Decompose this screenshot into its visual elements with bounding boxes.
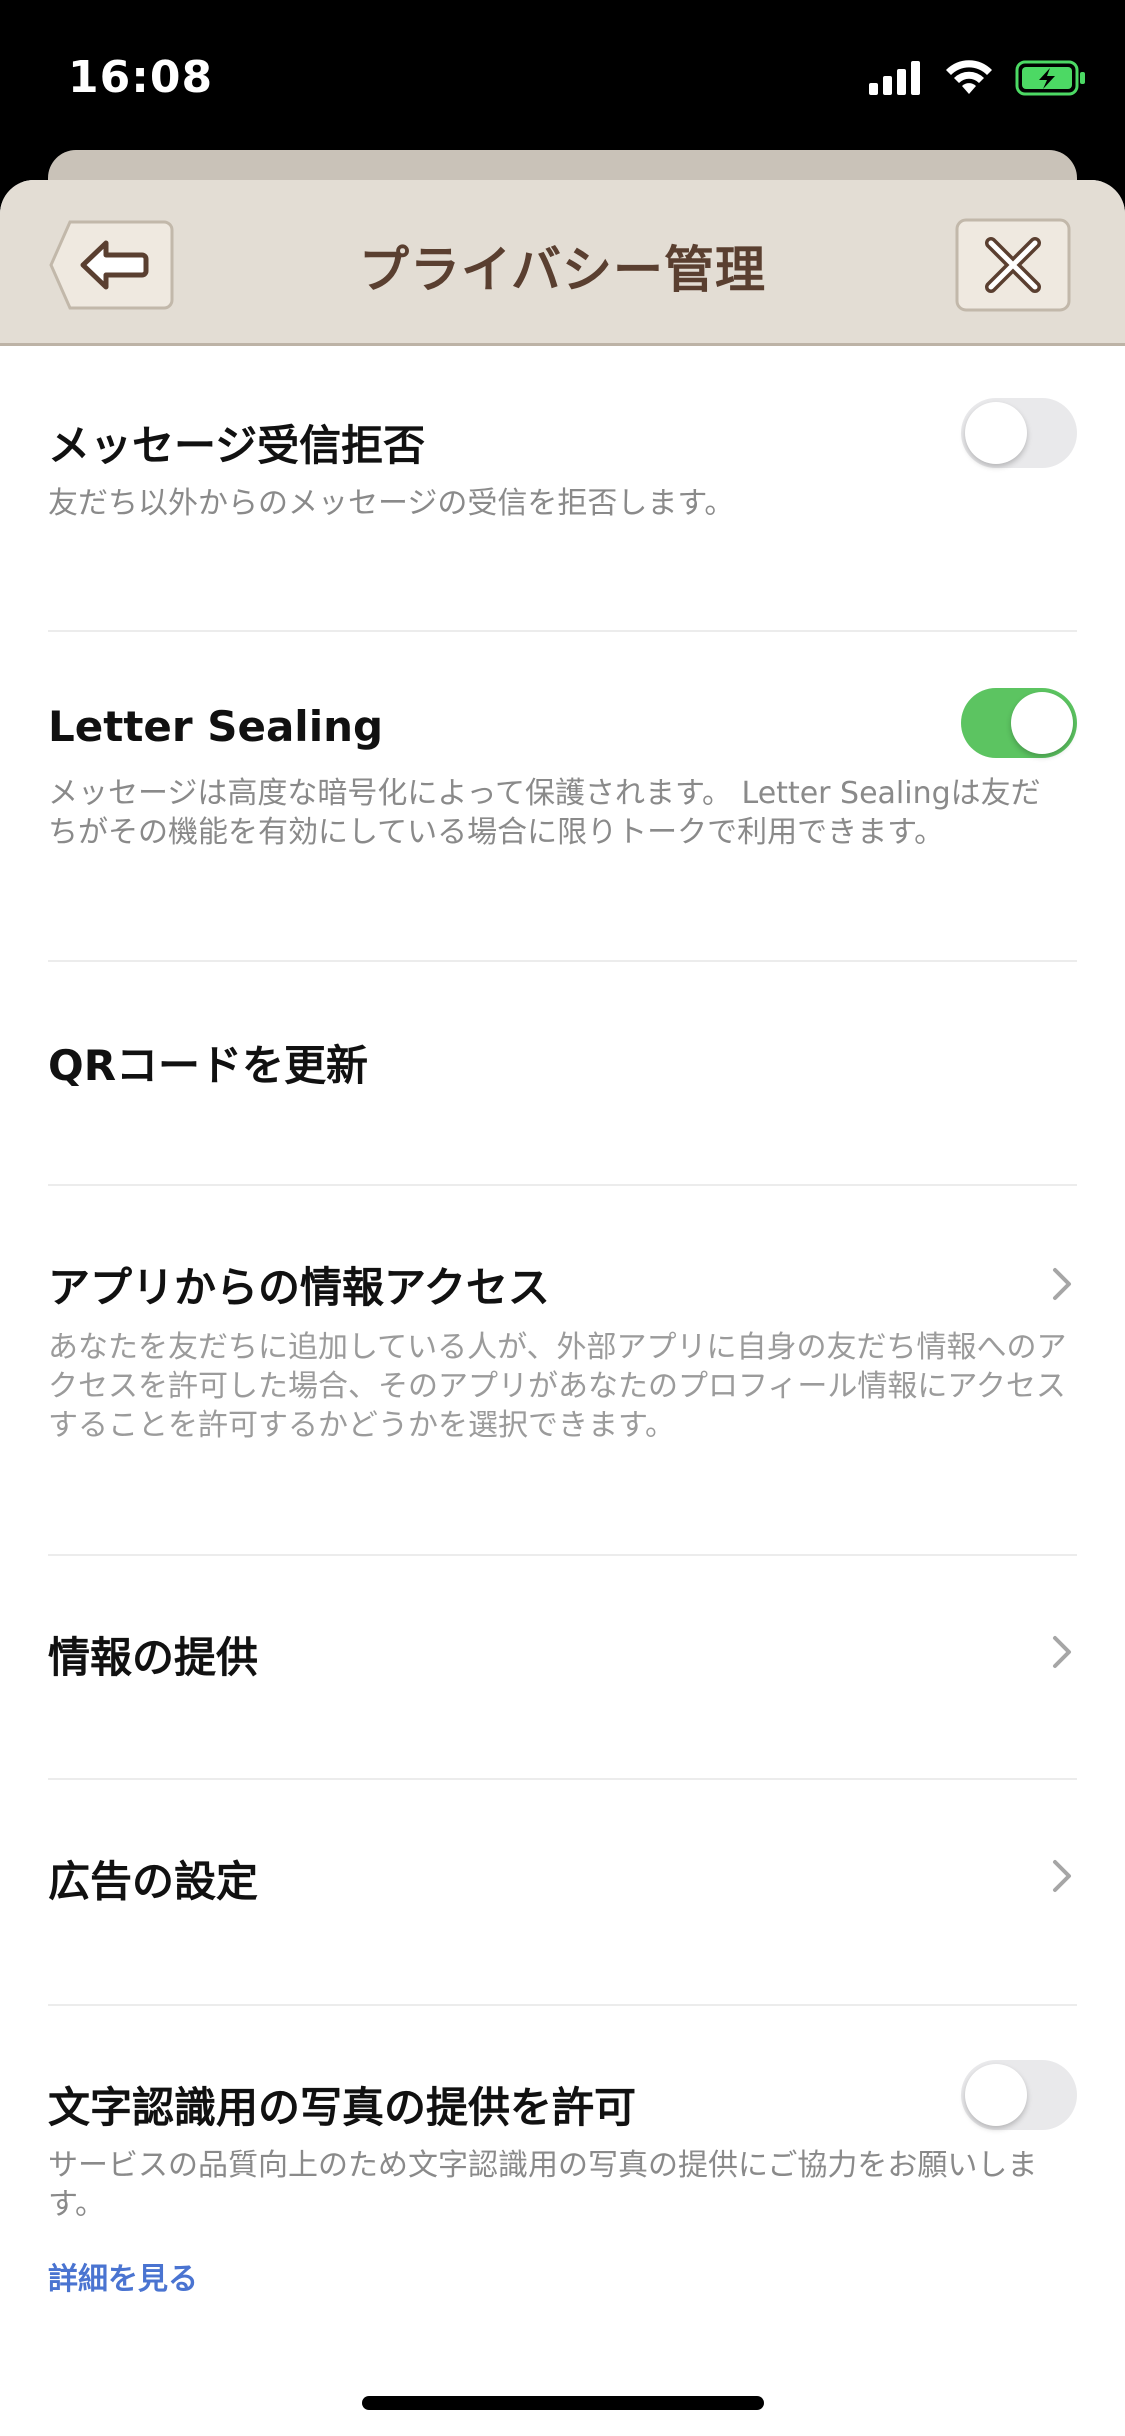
description-line: メッセージは高度な暗号化によって保護されます。 Letter Sealingは友… [48,776,1041,811]
chevron-right-icon [1053,1268,1071,1300]
home-indicator[interactable] [362,2396,764,2410]
description-line: することを許可するかどうかを選択できます。 [48,1408,675,1443]
privacy-settings-sheet: プライバシー管理 メッセージ受信拒否 友だち以外からのメッセージの受信を拒否しま… [0,180,1125,2436]
signal-icon [869,61,920,95]
divider [48,1778,1077,1780]
setting-app-info-access[interactable]: アプリからの情報アクセス あなたを友だちに追加している人が、外部アプリに自身の友… [48,1254,1077,1454]
ocr-photo-toggle[interactable] [961,2060,1077,2130]
setting-description: メッセージは高度な暗号化によって保護されます。 Letter Sealingは友… [48,774,1077,852]
description-line: クセスを許可した場合、そのアプリがあなたのプロフィール情報にアクセス [48,1369,1066,1404]
letter-sealing-toggle[interactable] [961,688,1077,758]
setting-refresh-qr-code[interactable]: QRコードを更新 [48,1032,1077,1092]
divider [48,1184,1077,1186]
toggle-knob [965,2064,1027,2126]
message-refusal-toggle[interactable] [961,398,1077,468]
divider [48,630,1077,632]
setting-title: メッセージ受信拒否 [48,421,426,470]
setting-description: サービスの品質向上のため文字認識用の写真の提供にご協力をお願いしま す。 [48,2146,1077,2224]
setting-description: あなたを友だちに追加している人が、外部アプリに自身の友だち情報へのア クセスを許… [48,1328,1077,1445]
divider [48,960,1077,962]
description-line: サービスの品質向上のため文字認識用の写真の提供にご協力をお願いしま [48,2148,1038,2183]
setting-ad-settings[interactable]: 広告の設定 [48,1848,1077,1908]
status-bar: 16:08 [0,0,1125,150]
setting-title: Letter Sealing [48,702,384,751]
toggle-knob [965,402,1027,464]
chevron-right-icon [1053,1860,1071,1892]
description-line: す。 [48,2187,105,2222]
description-line: ちがその機能を有効にしている場合に限りトークで利用できます。 [48,815,945,850]
status-icons [869,60,1087,96]
wifi-icon [946,60,992,94]
setting-title: 広告の設定 [48,1857,259,1906]
description-line: あなたを友だちに追加している人が、外部アプリに自身の友だち情報へのア [48,1330,1067,1365]
setting-title: QRコードを更新 [48,1041,369,1090]
close-icon[interactable] [955,218,1071,312]
setting-description: 友だち以外からのメッセージの受信を拒否します。 [48,486,735,521]
divider [48,1554,1077,1556]
divider [48,2004,1077,2006]
setting-title: 情報の提供 [48,1633,259,1682]
toggle-knob [1011,692,1073,754]
setting-letter-sealing: Letter Sealing メッセージは高度な暗号化によって保護されます。 L… [48,688,1077,852]
setting-message-refusal: メッセージ受信拒否 友だち以外からのメッセージの受信を拒否します。 [48,398,1077,532]
setting-information-provision[interactable]: 情報の提供 [48,1624,1077,1684]
status-time: 16:08 [68,52,214,103]
view-details-link[interactable]: 詳細を見る [48,2254,198,2298]
setting-ocr-photo-provision: 文字認識用の写真の提供を許可 サービスの品質向上のため文字認識用の写真の提供にご… [48,2060,1077,2334]
battery-charging-icon [1015,60,1085,96]
setting-title: アプリからの情報アクセス [48,1263,550,1312]
setting-title: 文字認識用の写真の提供を許可 [48,2083,637,2132]
chevron-right-icon [1053,1636,1071,1668]
nav-bar: プライバシー管理 [0,180,1125,346]
